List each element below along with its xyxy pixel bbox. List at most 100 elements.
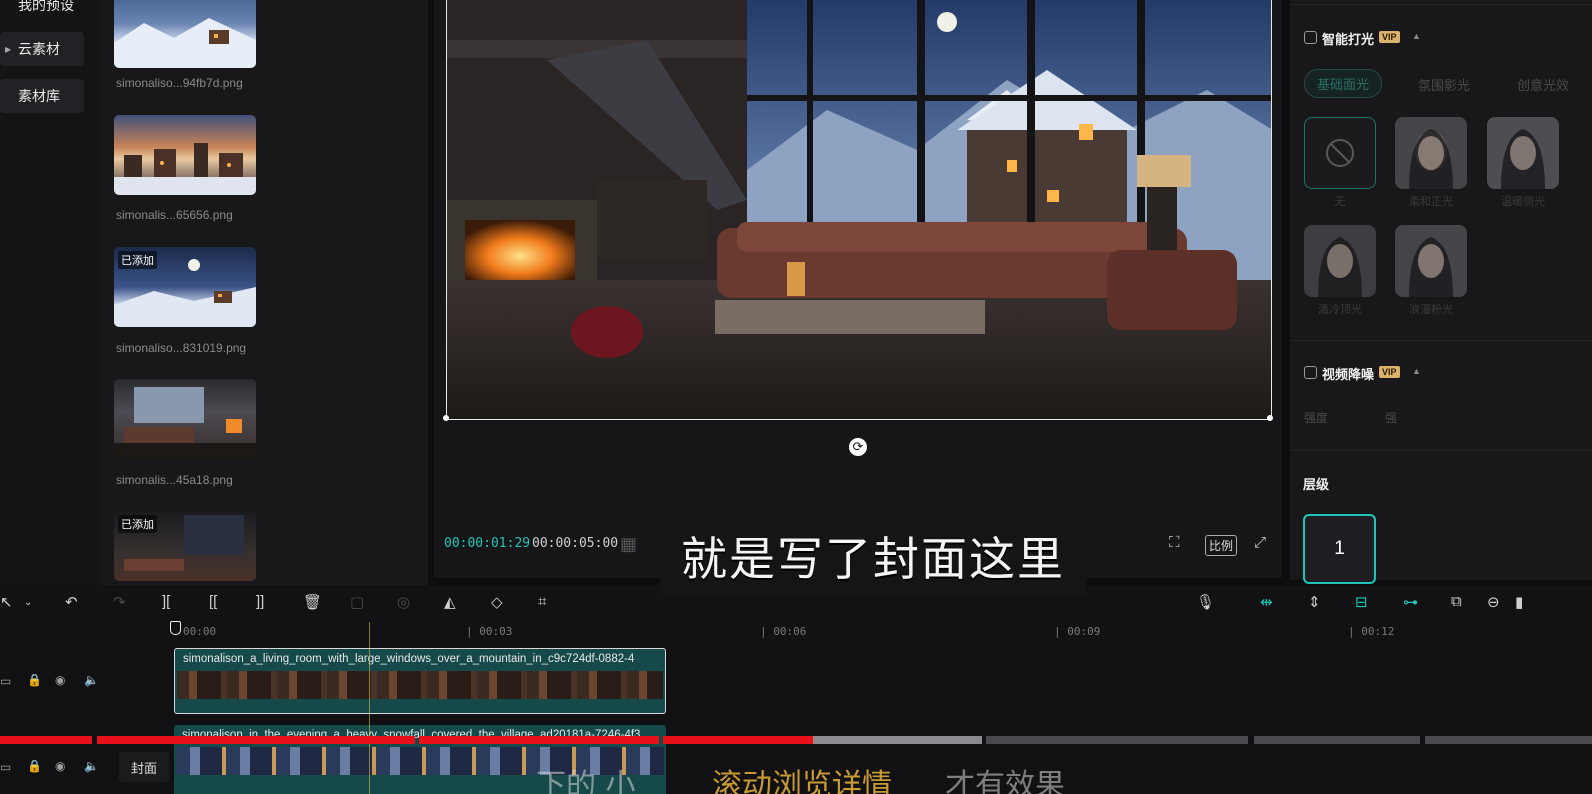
light-preset-thumbnail[interactable] — [1395, 225, 1467, 297]
living-room-image — [114, 387, 256, 459]
split-left-icon[interactable]: [[ — [209, 593, 217, 610]
ruler-tick: | 00:06 — [760, 625, 807, 638]
expand-triangle-icon: ▶ — [5, 44, 12, 54]
freeze-icon: ▢ — [350, 594, 365, 611]
asset-name: simonalis...65656.png — [116, 208, 233, 222]
asset-thumbnail[interactable] — [114, 0, 256, 68]
total-timecode: 00:00:05:00 — [532, 536, 619, 551]
nav-item-my-presets[interactable]: 我的预设 — [0, 0, 84, 22]
winter-town-image — [114, 143, 256, 195]
face-image — [1395, 117, 1467, 189]
light-preset-none[interactable] — [1304, 117, 1376, 189]
smart-light-title: 智能打光 — [1322, 32, 1375, 47]
redo-icon: ↷ — [113, 594, 126, 611]
linkage-icon[interactable]: ⊟ — [1355, 593, 1368, 611]
grid-icon[interactable]: ▦ — [620, 534, 637, 555]
volume-icon[interactable]: 🔈 — [84, 759, 99, 773]
ruler-tick: 00:00 — [183, 625, 217, 638]
preset-label: 无 — [1334, 196, 1346, 208]
fullscreen-icon[interactable]: ⤢ — [1254, 534, 1266, 551]
subtitle-caption: 就是写了封面这里 — [660, 516, 1086, 596]
ruler-tick: | 00:12 — [1348, 625, 1395, 638]
volume-icon[interactable]: 🔈 — [84, 673, 99, 687]
light-preset-thumbnail[interactable] — [1395, 117, 1467, 189]
video-denoise-checkbox[interactable] — [1304, 366, 1317, 379]
tab-creative-light[interactable]: 创意光效 — [1517, 75, 1569, 94]
smart-light-checkbox[interactable] — [1304, 31, 1317, 44]
timeline-ruler[interactable]: 00:00 | 00:03 | 00:06 | 00:09 | 00:12 — [0, 619, 1592, 643]
tab-ambient-light[interactable]: 氛围影光 — [1418, 75, 1470, 94]
zoom-out-icon[interactable]: ⊖ — [1487, 593, 1500, 611]
snow-village-image — [114, 18, 256, 68]
track-cover-icon[interactable]: ▭ — [0, 760, 11, 774]
video-progress-bar[interactable] — [0, 736, 1592, 744]
preset-label: 浪漫粉光 — [1409, 304, 1453, 316]
clip-filmstrip — [177, 671, 663, 699]
asset-thumbnail[interactable]: 已添加 — [114, 247, 256, 327]
rotate-icon[interactable]: ⟳ — [849, 438, 867, 456]
eye-icon[interactable]: ◉ — [55, 759, 65, 773]
track-cover-icon[interactable]: ▭ — [0, 674, 11, 688]
timeline-preview-icon[interactable]: ⧉ — [1451, 593, 1462, 610]
rotate-clip-icon[interactable]: ◇ — [491, 593, 503, 611]
crop-icon[interactable]: ⌗ — [538, 593, 546, 610]
asset-name: simonaliso...831019.png — [116, 341, 247, 355]
preview-canvas[interactable] — [446, 0, 1272, 420]
divider — [1290, 340, 1592, 341]
lock-icon[interactable]: 🔒 — [27, 759, 42, 773]
asset-thumbnail[interactable]: 已添加 — [114, 511, 256, 581]
collapse-caret-icon[interactable]: ▲ — [1412, 366, 1421, 376]
progress-segment — [419, 736, 659, 744]
lock-icon[interactable]: 🔒 — [27, 673, 42, 687]
progress-remaining-segment — [986, 736, 1248, 744]
asset-panel: simonaliso...94fb7d.png simonalis...6565… — [100, 0, 428, 585]
added-tag: 已添加 — [118, 515, 157, 533]
playhead-line — [369, 622, 370, 794]
video-denoise-title: 视频降噪 — [1322, 367, 1375, 382]
nav-item-label: 云素材 — [18, 41, 60, 57]
face-image — [1487, 117, 1559, 189]
light-preset-thumbnail[interactable] — [1304, 225, 1376, 297]
zoom-slider-knob[interactable]: ▮ — [1515, 593, 1523, 611]
select-cursor-icon[interactable]: ↖ — [0, 593, 13, 611]
auto-snap-icon[interactable]: ⇕ — [1308, 593, 1321, 611]
ruler-tick: | 00:09 — [1054, 625, 1101, 638]
ratio-button[interactable]: 比例 — [1205, 535, 1238, 556]
tab-basic-light[interactable]: 基础面光 — [1304, 69, 1383, 98]
asset-name: simonaliso...94fb7d.png — [116, 76, 243, 90]
undo-icon[interactable]: ↶ — [65, 593, 78, 611]
left-nav: 我的预设 ▶ 云素材 素材库 — [0, 0, 100, 585]
asset-thumbnail[interactable] — [114, 379, 256, 459]
fit-screen-icon[interactable]: ⛶ — [1169, 534, 1180, 551]
split-right-icon[interactable]: ]] — [256, 593, 264, 610]
light-preset-thumbnail[interactable] — [1487, 117, 1559, 189]
eye-icon[interactable]: ◉ — [55, 673, 65, 687]
playhead-handle[interactable] — [170, 621, 181, 635]
asset-name: simonalis...45a18.png — [116, 473, 233, 487]
collapse-caret-icon[interactable]: ▲ — [1412, 31, 1421, 41]
chevron-down-icon[interactable]: ⌄ — [24, 597, 32, 608]
nav-item-library[interactable]: 素材库 — [0, 79, 84, 113]
strength-label: 强度 — [1304, 411, 1329, 425]
asset-thumbnail[interactable] — [114, 115, 256, 195]
strength-value[interactable]: 强 — [1385, 409, 1397, 426]
mirror-icon[interactable]: ◭ — [444, 593, 456, 611]
preview-axis-icon[interactable]: ⊶ — [1403, 593, 1418, 611]
video-editor-app: 我的预设 ▶ 云素材 素材库 simonaliso...94fb7d.png s… — [0, 0, 1592, 794]
overlay-hint-highlight: 滚动浏览详情 — [712, 768, 892, 794]
microphone-icon[interactable]: 🎙 — [1196, 593, 1215, 611]
main-track-magnet-icon[interactable]: ⇹ — [1260, 593, 1273, 611]
reverse-icon: ◎ — [397, 594, 411, 611]
video-clip[interactable]: simonalison_a_living_room_with_large_win… — [174, 648, 666, 714]
delete-icon[interactable]: 🗑 — [303, 593, 322, 611]
divider — [1290, 450, 1592, 451]
current-timecode: 00:00:01:29 — [444, 536, 531, 551]
nav-item-cloud-assets[interactable]: ▶ 云素材 — [0, 32, 84, 66]
layer-title: 层级 — [1303, 477, 1330, 492]
layer-value-box[interactable]: 1 — [1303, 514, 1376, 584]
resize-handle[interactable] — [1267, 415, 1273, 421]
cover-button[interactable]: 封面 — [119, 752, 169, 782]
split-icon[interactable]: ][ — [162, 593, 170, 610]
resize-handle[interactable] — [443, 415, 449, 421]
none-icon — [1326, 139, 1354, 167]
